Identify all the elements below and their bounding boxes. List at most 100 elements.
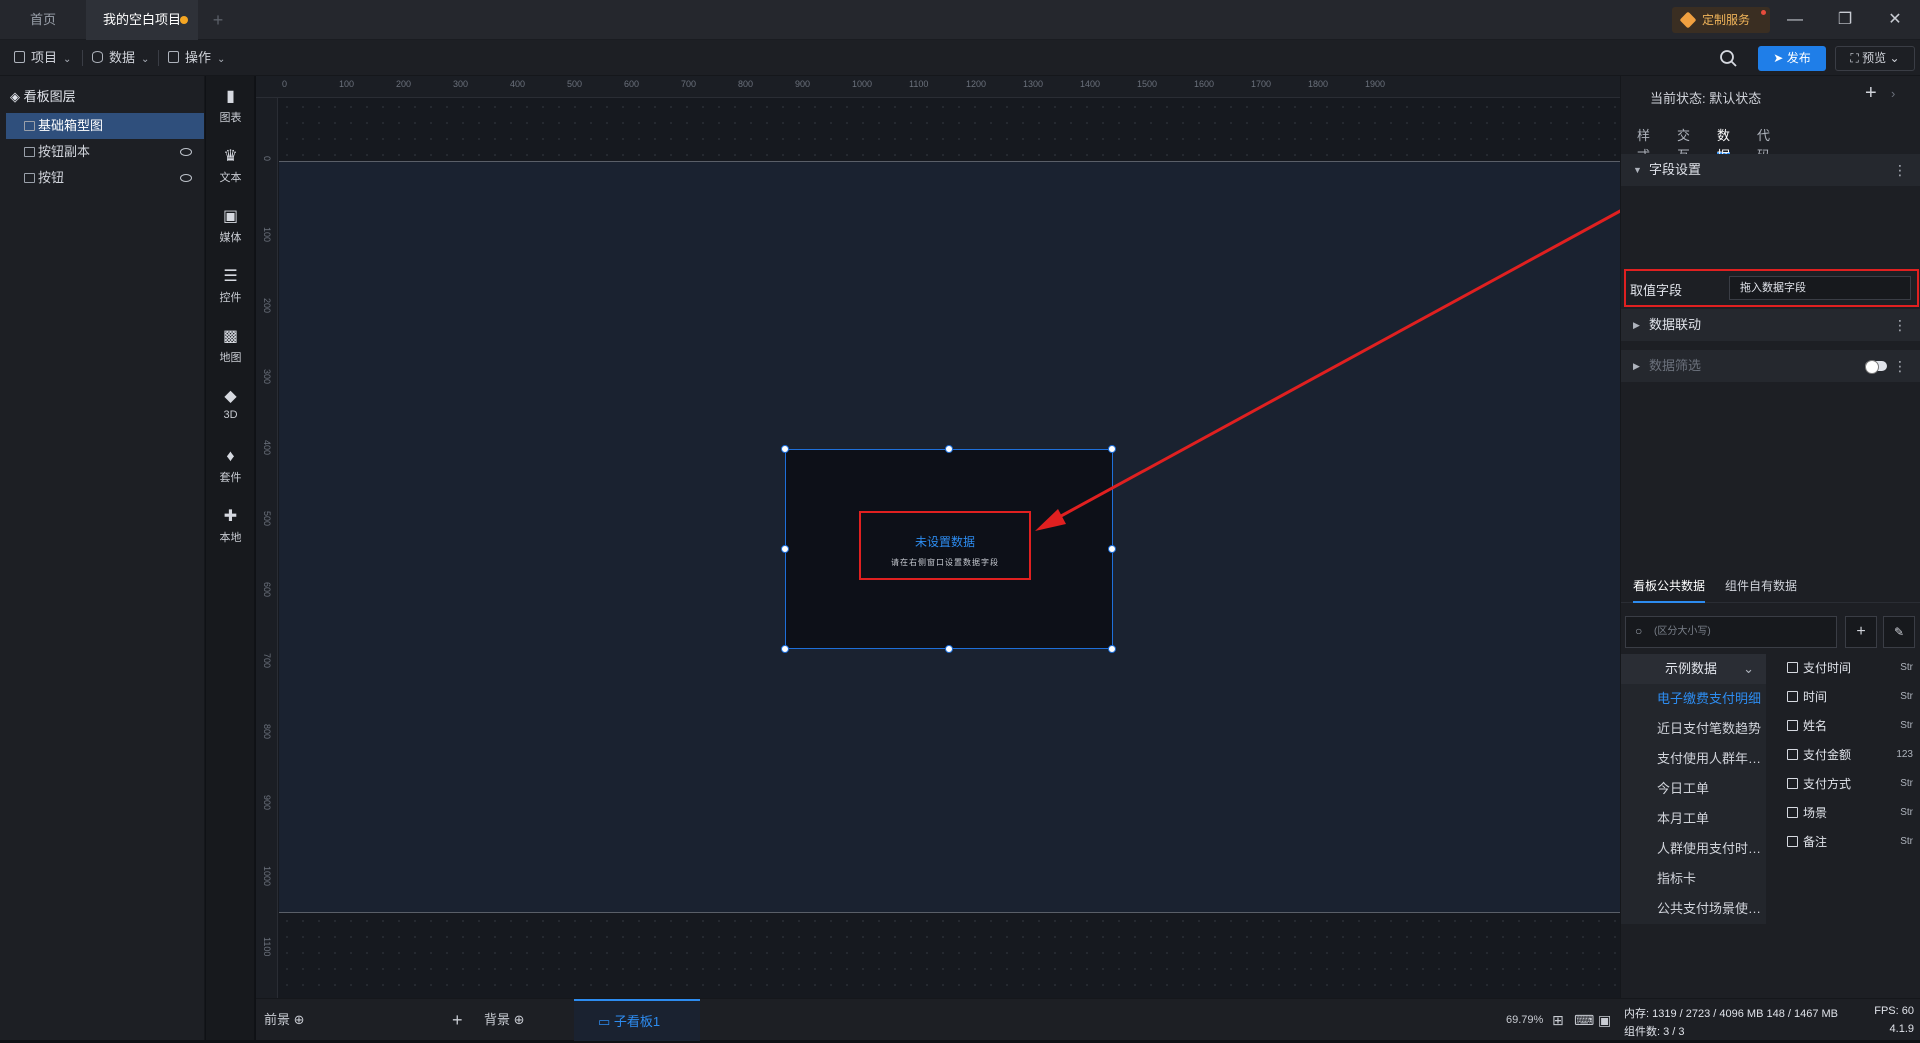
close-icon[interactable]: ✕: [1870, 0, 1920, 40]
tab-data[interactable]: 数据: [1717, 126, 1731, 163]
ruler-tick-label: 1900: [1365, 79, 1386, 89]
field-item[interactable]: 备注 Str: [1771, 828, 1920, 856]
publish-button[interactable]: ➤ 发布: [1758, 46, 1826, 71]
more-icon[interactable]: ⋮: [1893, 154, 1907, 186]
comp-text[interactable]: ♛ 文本: [206, 142, 255, 198]
field-name: 支付方式: [1803, 777, 1852, 791]
field-name: 支付金额: [1803, 748, 1852, 762]
dataset-item[interactable]: 公共支付场景使用...: [1621, 894, 1766, 924]
section-field-settings[interactable]: ▼ 字段设置 ⋮: [1621, 154, 1920, 186]
dataset-item[interactable]: 人群使用支付时间...: [1621, 834, 1766, 864]
add-board-button[interactable]: +: [452, 999, 463, 1041]
checkbox[interactable]: [1787, 720, 1798, 731]
resize-handle[interactable]: [781, 645, 789, 653]
field-item[interactable]: 姓名 Str: [1771, 712, 1920, 740]
eye-icon[interactable]: [180, 174, 192, 182]
add-tab-button[interactable]: +: [208, 0, 228, 40]
resize-handle[interactable]: [781, 545, 789, 553]
checkbox[interactable]: [1787, 836, 1798, 847]
dataset-item[interactable]: 本月工单: [1621, 804, 1766, 834]
ruler-tick-label: 200: [396, 79, 412, 89]
dataset-search-input[interactable]: (区分大小写): [1625, 616, 1837, 648]
value-field-dropzone[interactable]: 拖入数据字段: [1729, 276, 1911, 300]
field-item[interactable]: 支付金额 123: [1771, 741, 1920, 769]
checkbox[interactable]: [1787, 662, 1798, 673]
comp-media[interactable]: ▣ 媒体: [206, 202, 255, 258]
comp-kit[interactable]: ♦ 套件: [206, 442, 255, 498]
resize-handle[interactable]: [781, 445, 789, 453]
section-data-filter[interactable]: ▶ 数据筛选 ⋮: [1621, 350, 1920, 382]
ruler-tick-label: 1000: [852, 79, 873, 89]
preview-button[interactable]: ⛶ 预览 ⌄: [1835, 46, 1915, 71]
search-icon[interactable]: [1718, 48, 1738, 68]
dataset-item[interactable]: 指标卡: [1621, 864, 1766, 894]
dataset-group-select[interactable]: 示例数据 ⌄: [1621, 654, 1766, 684]
fit-screen-icon[interactable]: ⊞: [1552, 999, 1564, 1041]
checkbox[interactable]: [1787, 807, 1798, 818]
add-dataset-button[interactable]: +: [1845, 616, 1877, 648]
ruler-tick-label: 700: [681, 79, 697, 89]
dataset-item[interactable]: 支付使用人群年龄...: [1621, 744, 1766, 774]
background-tab[interactable]: 背景 ⊕: [484, 999, 525, 1041]
sub-board-tab[interactable]: ▭ 子看板1: [574, 999, 700, 1041]
eye-icon[interactable]: [180, 148, 192, 156]
tab-board-public-data[interactable]: 看板公共数据: [1633, 573, 1706, 603]
data-menu[interactable]: 数据 ⌄: [92, 40, 149, 76]
resize-handle[interactable]: [1108, 545, 1116, 553]
section-data-link[interactable]: ▶ 数据联动 ⋮: [1621, 309, 1920, 341]
database-icon: [92, 51, 103, 63]
checkbox[interactable]: [1787, 749, 1798, 760]
zoom-level[interactable]: 69.79%: [1506, 999, 1543, 1041]
field-item[interactable]: 支付时间 Str: [1771, 654, 1920, 682]
checkbox[interactable]: [1787, 778, 1798, 789]
operate-menu[interactable]: 操作 ⌄: [168, 40, 225, 76]
checkbox[interactable]: [1787, 691, 1798, 702]
minimize-icon[interactable]: —: [1770, 0, 1820, 40]
dataset-item[interactable]: 近日支付笔数趋势: [1621, 714, 1766, 744]
tab-home[interactable]: 首页: [0, 0, 86, 40]
add-state-button[interactable]: +: [1865, 82, 1877, 105]
image-icon: [24, 173, 35, 183]
dataset-item[interactable]: 今日工单: [1621, 774, 1766, 804]
project-menu[interactable]: 项目 ⌄: [14, 40, 71, 76]
keyboard-icon[interactable]: ⌨: [1574, 999, 1594, 1041]
field-item[interactable]: 支付方式 Str: [1771, 770, 1920, 798]
edit-icon[interactable]: ✎: [1883, 616, 1915, 648]
dataset-item[interactable]: 电子缴费支付明细: [1621, 684, 1766, 714]
add-circle-icon[interactable]: ⊕: [294, 1012, 305, 1027]
chevron-right-icon[interactable]: ›: [1891, 86, 1895, 101]
comp-map[interactable]: ▩ 地图: [206, 322, 255, 378]
ruler-tick-label: 100: [339, 79, 355, 89]
resize-handle[interactable]: [945, 445, 953, 453]
tab-style[interactable]: 样式: [1637, 126, 1650, 163]
tab-code[interactable]: 代码: [1757, 126, 1770, 163]
foreground-tab[interactable]: 前景 ⊕: [264, 999, 305, 1041]
ruler-tick-label: 200: [262, 298, 272, 314]
resize-handle[interactable]: [1108, 445, 1116, 453]
main-toolbar: 项目 ⌄ 数据 ⌄ 操作 ⌄ ➤ 发布 ⛶ 预览 ⌄: [0, 40, 1920, 76]
resize-handle[interactable]: [945, 645, 953, 653]
more-icon[interactable]: ⋮: [1893, 309, 1907, 341]
comp-3d[interactable]: ◆ 3D: [206, 382, 255, 438]
more-icon[interactable]: ⋮: [1893, 350, 1907, 382]
restore-icon[interactable]: ❐: [1820, 0, 1870, 40]
comp-control[interactable]: ☰ 控件: [206, 262, 255, 318]
text-icon: ♛: [223, 148, 238, 165]
layer-item-button-copy[interactable]: 按钮副本: [6, 139, 204, 165]
comp-local[interactable]: ✚ 本地: [206, 502, 255, 558]
filter-toggle[interactable]: [1865, 360, 1887, 374]
add-circle-icon[interactable]: ⊕: [514, 1012, 525, 1027]
layer-item-button[interactable]: 按钮: [6, 165, 204, 191]
ruler-tick-label: 900: [795, 79, 811, 89]
tab-interaction[interactable]: 交互: [1677, 126, 1690, 163]
search-icon: ○: [1635, 624, 1643, 638]
comp-chart[interactable]: ▮ 图表: [206, 82, 255, 138]
custom-service-button[interactable]: 定制服务: [1672, 7, 1770, 33]
tab-component-data[interactable]: 组件自有数据: [1725, 573, 1797, 603]
layer-item-boxplot[interactable]: 基础箱型图: [6, 113, 204, 139]
field-item[interactable]: 场景 Str: [1771, 799, 1920, 827]
field-item[interactable]: 时间 Str: [1771, 683, 1920, 711]
chevron-down-icon: ⌄: [1743, 661, 1754, 676]
resize-handle[interactable]: [1108, 645, 1116, 653]
terminal-icon[interactable]: ▣: [1598, 999, 1611, 1041]
